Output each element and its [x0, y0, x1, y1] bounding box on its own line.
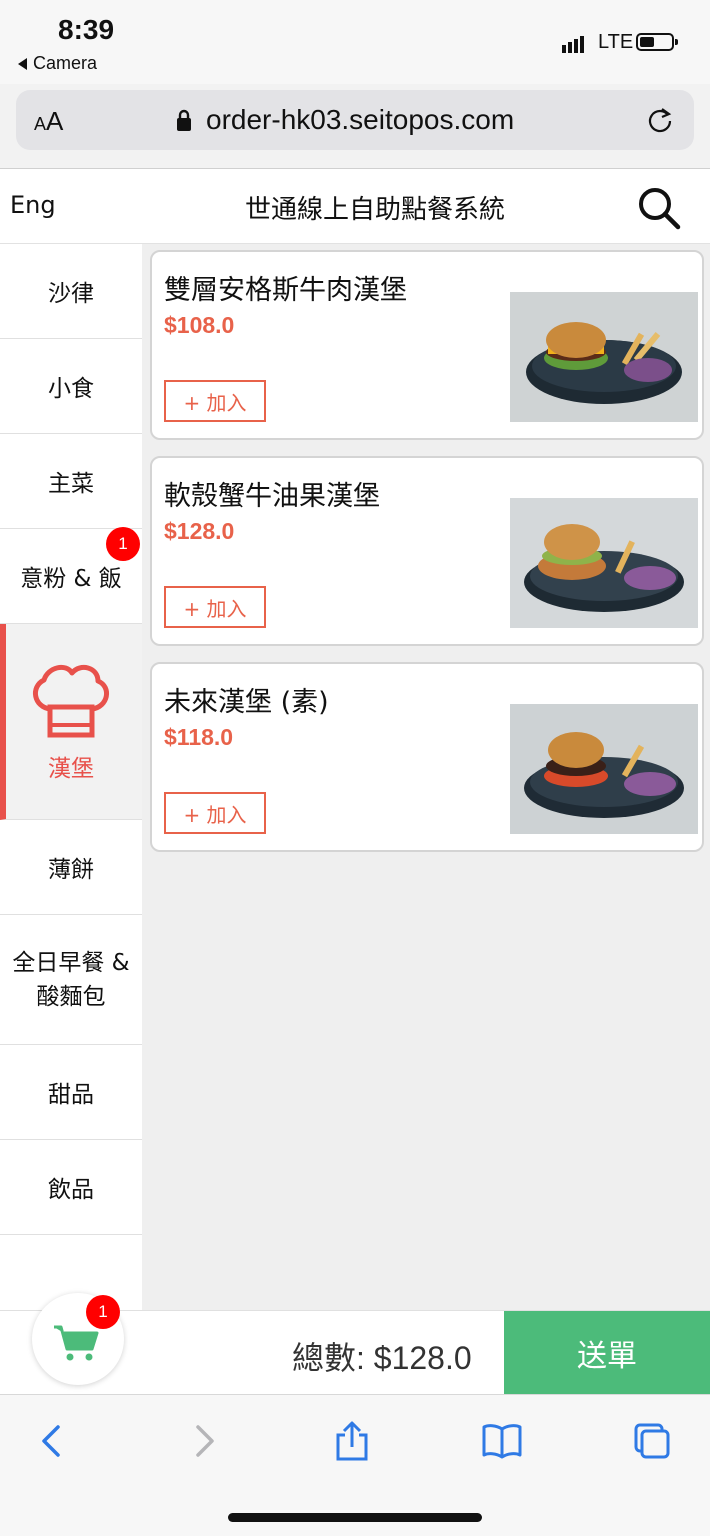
- item-price: $118.0: [164, 724, 234, 750]
- search-icon[interactable]: [636, 185, 682, 231]
- item-price: $128.0: [164, 518, 235, 544]
- cart-count-badge: 1: [86, 1295, 120, 1329]
- menu-list: 雙層安格斯牛肉漢堡 $108.0 + 加入 軟殼蟹牛油果漢堡 $128.0 + …: [142, 244, 710, 1310]
- home-indicator[interactable]: [228, 1513, 482, 1522]
- sidebar-item-label: 意粉 & 飯: [20, 566, 122, 592]
- browser-toolbar: [0, 1394, 710, 1536]
- share-icon[interactable]: [332, 1421, 372, 1461]
- sidebar-item-label: 沙律: [48, 281, 94, 307]
- burger-photo: [510, 704, 698, 834]
- status-bar: 8:39 Camera LTE: [0, 0, 710, 84]
- page-title: 世通線上自助點餐系統: [244, 195, 505, 225]
- battery-icon: [636, 33, 678, 51]
- add-to-cart-button[interactable]: + 加入: [164, 792, 266, 834]
- cart-icon: [54, 1325, 99, 1361]
- add-to-cart-button[interactable]: + 加入: [164, 586, 266, 628]
- app-header: Eng 世通線上自助點餐系統: [0, 168, 710, 244]
- sidebar-item-drinks[interactable]: 飲品: [0, 1140, 142, 1235]
- back-triangle-icon: [18, 58, 27, 71]
- url-text[interactable]: order-hk03.seitopos.com: [206, 104, 514, 136]
- burger-photo: [510, 292, 698, 422]
- sidebar-item-pizza[interactable]: 薄餅: [0, 820, 142, 915]
- forward-icon[interactable]: [184, 1421, 224, 1461]
- signal-icon: [562, 36, 584, 53]
- sidebar-item-label: 飲品: [48, 1177, 94, 1203]
- sidebar-item-mains[interactable]: 主菜: [0, 434, 142, 529]
- tabs-icon[interactable]: [632, 1421, 672, 1461]
- sidebar-item-label: 主菜: [48, 471, 94, 497]
- bookmarks-icon[interactable]: [482, 1421, 522, 1461]
- item-name: 軟殼蟹牛油果漢堡: [164, 481, 380, 512]
- category-sidebar: 沙律 小食 主菜 意粉 & 飯 1 漢堡 薄餅 全日早餐 & 酸麵包 甜品 飲品: [0, 244, 142, 1310]
- sidebar-item-label: 薄餅: [48, 857, 94, 883]
- chef-hat-icon: [33, 664, 109, 737]
- item-price: $108.0: [164, 312, 235, 338]
- add-to-cart-button[interactable]: + 加入: [164, 380, 266, 422]
- burger-photo: [510, 498, 698, 628]
- clock: 8:39: [58, 14, 115, 45]
- sidebar-item-label: 全日早餐 & 酸麵包: [12, 949, 130, 1010]
- menu-item-card[interactable]: 雙層安格斯牛肉漢堡 $108.0 + 加入: [150, 250, 704, 440]
- back-app-label: Camera: [33, 53, 98, 73]
- network-type: LTE: [598, 31, 634, 53]
- sidebar-item-label: 小食: [48, 376, 94, 402]
- category-count-badge: 1: [106, 527, 140, 561]
- lock-icon: [177, 109, 191, 131]
- sidebar-item-snacks[interactable]: 小食: [0, 339, 142, 434]
- back-icon[interactable]: [32, 1421, 72, 1461]
- cart-button[interactable]: 1: [32, 1293, 124, 1385]
- back-to-app-link[interactable]: Camera: [18, 53, 97, 74]
- sidebar-item-burgers[interactable]: 漢堡: [0, 624, 142, 820]
- address-bar[interactable]: AA order-hk03.seitopos.com: [16, 90, 694, 150]
- item-name: 未來漢堡 (素): [164, 687, 329, 718]
- reload-icon[interactable]: [646, 106, 674, 134]
- submit-order-button[interactable]: 送單: [504, 1311, 710, 1395]
- menu-item-card[interactable]: 未來漢堡 (素) $118.0 + 加入: [150, 662, 704, 852]
- sidebar-item-pasta-rice[interactable]: 意粉 & 飯 1: [0, 527, 142, 624]
- order-total: 總數: $128.0: [292, 1340, 472, 1376]
- menu-item-card[interactable]: 軟殼蟹牛油果漢堡 $128.0 + 加入: [150, 456, 704, 646]
- sidebar-item-label: 甜品: [48, 1082, 94, 1108]
- sidebar-item-salad[interactable]: 沙律: [0, 244, 142, 339]
- text-size-button[interactable]: AA: [34, 106, 63, 137]
- order-bar: 1 總數: $128.0 送單: [0, 1293, 710, 1395]
- item-name: 雙層安格斯牛肉漢堡: [164, 275, 407, 306]
- sidebar-item-label: 漢堡: [48, 755, 94, 782]
- sidebar-item-desserts[interactable]: 甜品: [0, 1045, 142, 1140]
- sidebar-item-breakfast[interactable]: 全日早餐 & 酸麵包: [0, 915, 142, 1045]
